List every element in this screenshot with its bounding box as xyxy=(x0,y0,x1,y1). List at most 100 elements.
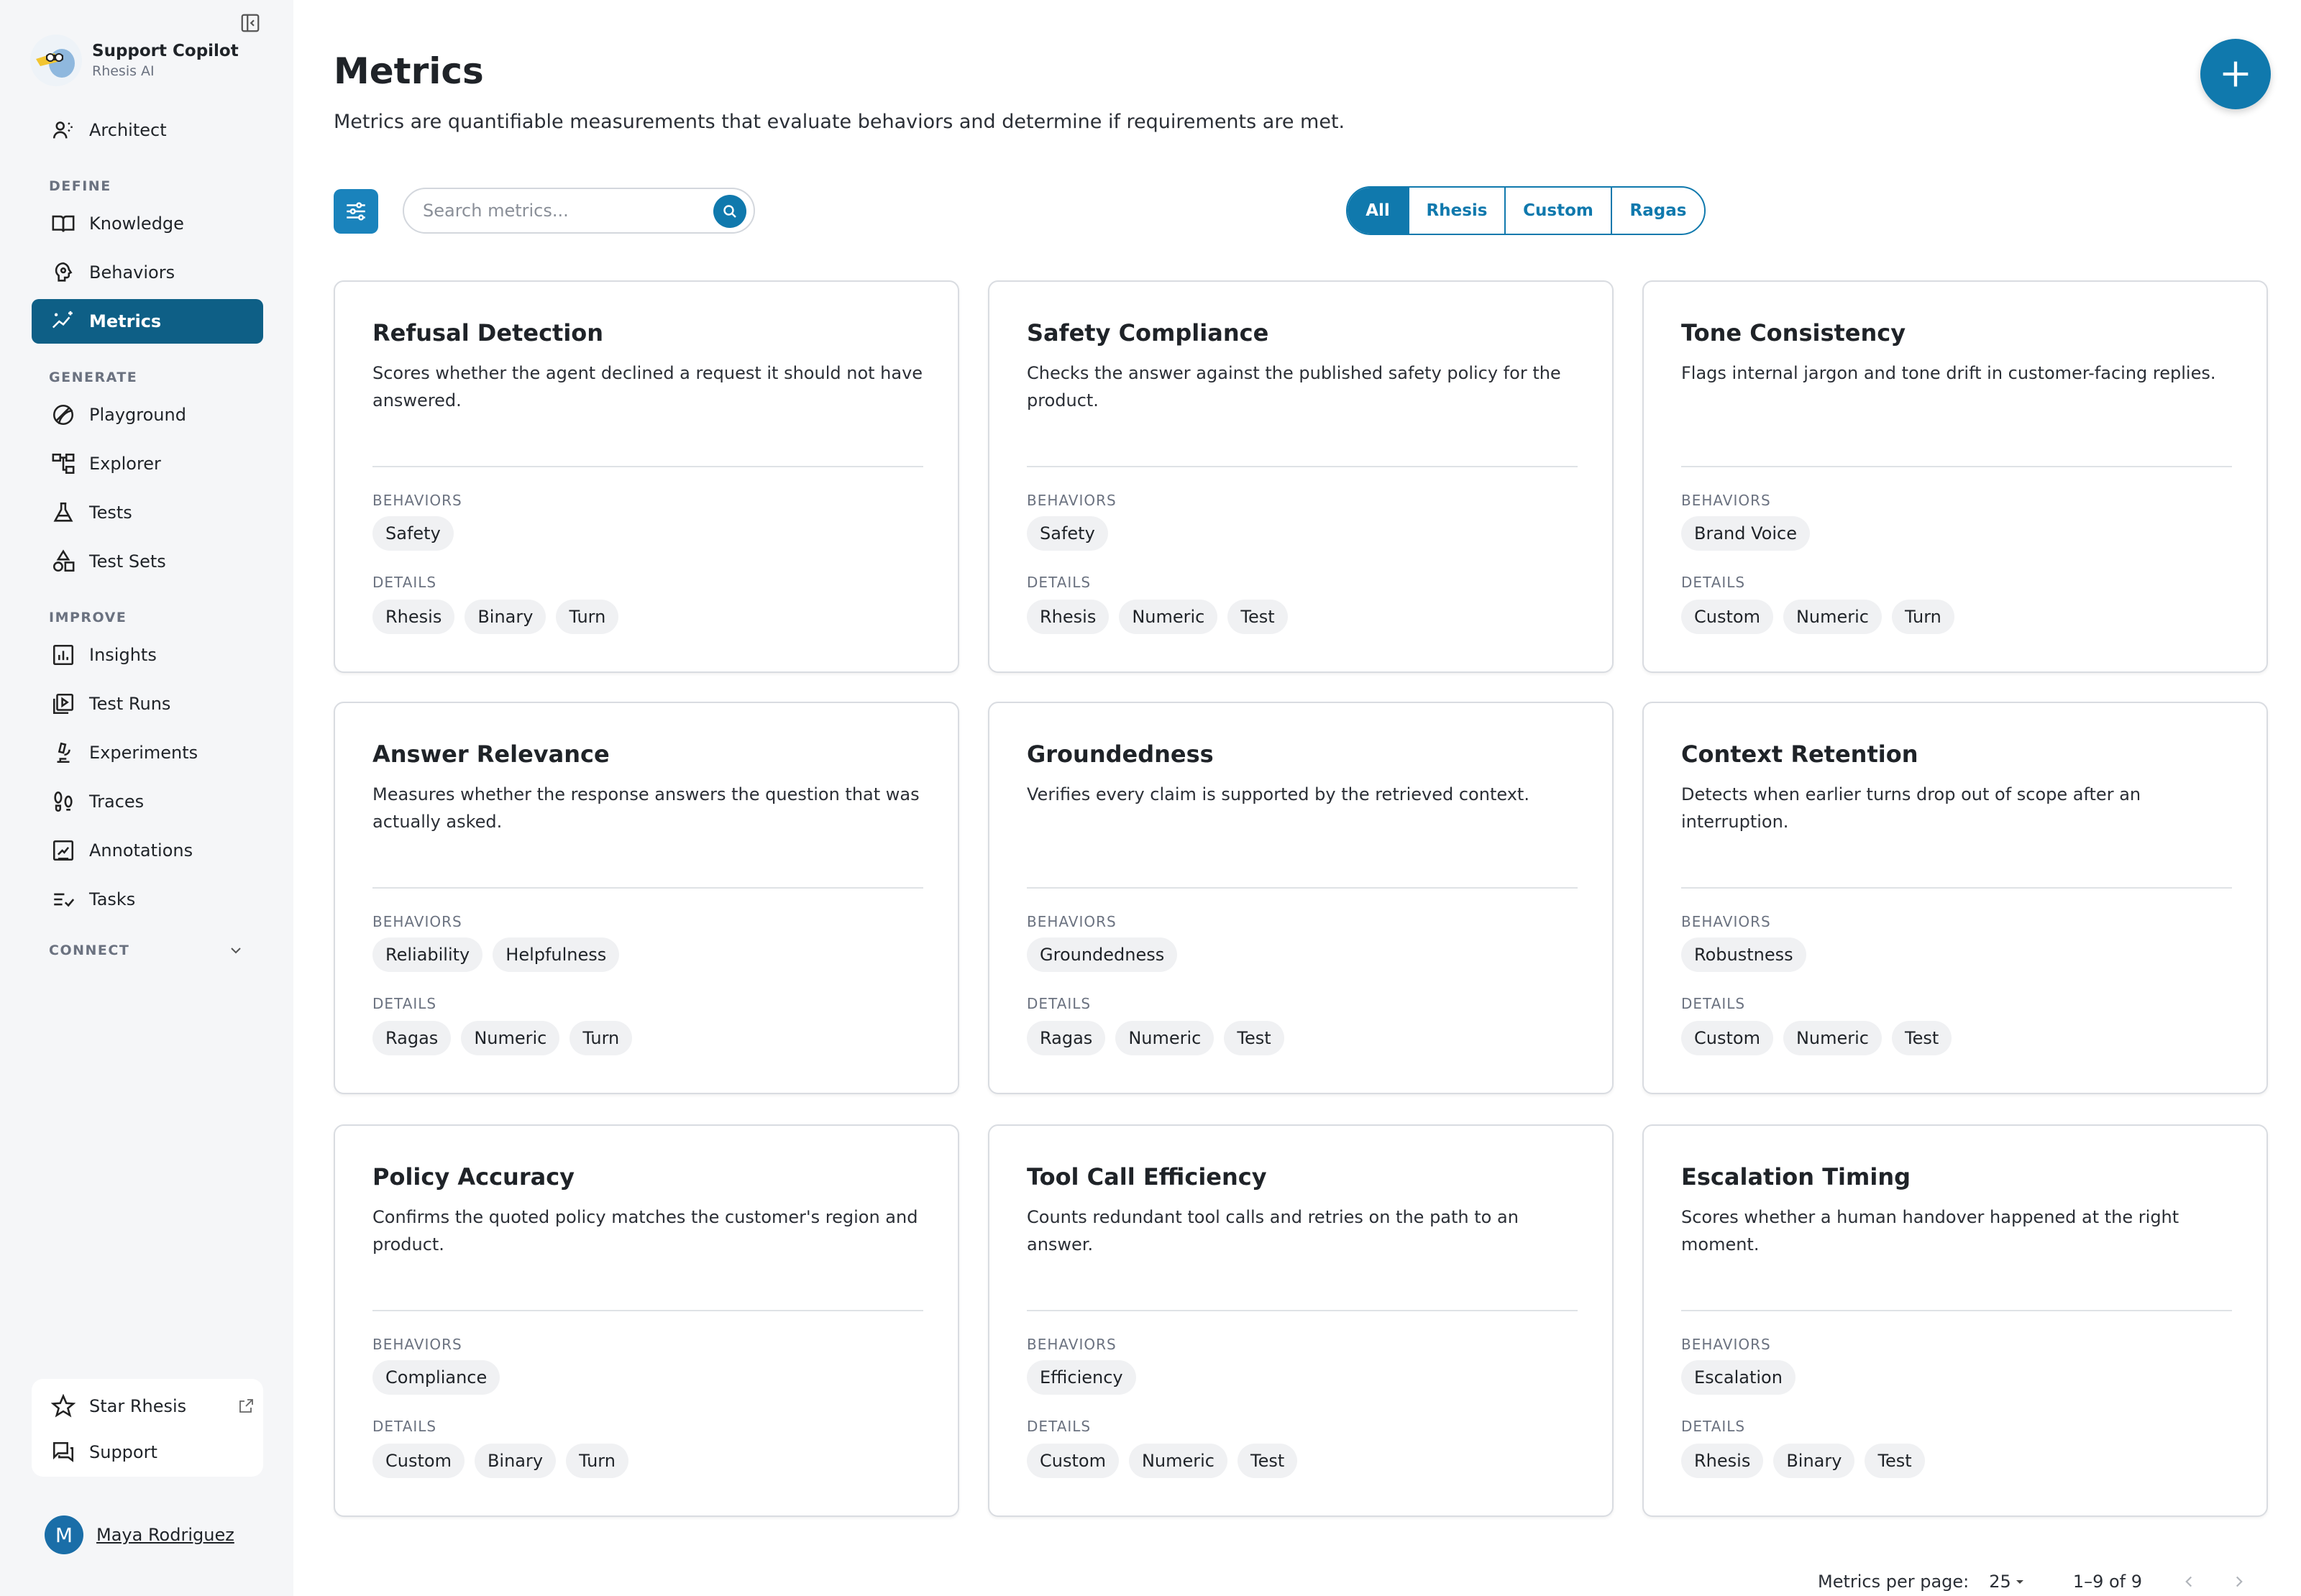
divider xyxy=(1681,466,2232,467)
sidebar-item-tests[interactable]: Tests xyxy=(32,490,263,535)
behaviors-label: BEHAVIORS xyxy=(1681,492,1771,509)
page-title: Metrics xyxy=(334,50,484,92)
sidebar-item-test-sets[interactable]: Test Sets xyxy=(32,539,263,584)
search-input[interactable] xyxy=(423,189,696,232)
sidebar-item-label: Architect xyxy=(89,120,167,140)
behavior-chips: Safety xyxy=(1027,516,1108,551)
section-label-define: DEFINE xyxy=(49,178,111,194)
sidebar-item-behaviors[interactable]: Behaviors xyxy=(32,250,263,295)
previous-page-icon[interactable] xyxy=(2179,1572,2198,1591)
filter-rhesis[interactable]: Rhesis xyxy=(1408,188,1504,234)
sidebar: Support Copilot Rhesis AI Architect DEFI… xyxy=(0,0,293,1596)
sidebar-item-explorer[interactable]: Explorer xyxy=(32,441,263,486)
detail-chip: Custom xyxy=(372,1444,465,1478)
behaviors-label: BEHAVIORS xyxy=(372,492,462,509)
detail-chip: Test xyxy=(1227,600,1288,634)
add-metric-button[interactable] xyxy=(2200,39,2271,109)
metric-card[interactable]: Refusal Detection Scores whether the agen… xyxy=(334,280,959,673)
connect-section-toggle[interactable]: CONNECT xyxy=(49,942,244,959)
sidebar-item-label: Explorer xyxy=(89,454,161,474)
detail-chip: Ragas xyxy=(372,1021,452,1055)
behavior-chips: Escalation xyxy=(1681,1360,1795,1395)
metric-card[interactable]: Groundedness Verifies every claim is supp… xyxy=(988,702,1614,1094)
architect-icon xyxy=(49,116,78,145)
details-label: DETAILS xyxy=(372,995,437,1012)
metric-card[interactable]: Safety Compliance Checks the answer again… xyxy=(988,280,1614,673)
detail-chip: Custom xyxy=(1681,1021,1773,1055)
detail-chip: Binary xyxy=(474,1444,557,1478)
sidebar-item-traces[interactable]: Traces xyxy=(32,779,263,824)
details-label: DETAILS xyxy=(1681,995,1746,1012)
sidebar-item-knowledge[interactable]: Knowledge xyxy=(32,201,263,246)
sidebar-item-annotations[interactable]: Annotations xyxy=(32,828,263,873)
metric-description: Checks the answer against the published … xyxy=(1027,363,1561,411)
sidebar-item-insights[interactable]: Insights xyxy=(32,633,263,677)
user-menu[interactable]: M Maya Rodriguez xyxy=(45,1515,234,1554)
details-label: DETAILS xyxy=(372,1418,437,1435)
detail-chips: Custom Numeric Test xyxy=(1681,1021,1952,1055)
sidebar-item-label: Experiments xyxy=(89,743,198,763)
section-label-generate: GENERATE xyxy=(49,370,138,385)
sidebar-item-label: Tasks xyxy=(89,889,136,909)
divider xyxy=(1681,887,2232,889)
footprints-icon xyxy=(49,787,78,816)
divider xyxy=(1027,1310,1578,1311)
star-icon xyxy=(49,1392,78,1421)
filter-all[interactable]: All xyxy=(1348,188,1408,234)
detail-chip: Test xyxy=(1238,1444,1298,1478)
metric-card[interactable]: Context Retention Detects when earlier tu… xyxy=(1642,702,2268,1094)
filter-ragas[interactable]: Ragas xyxy=(1611,188,1704,234)
metric-description: Counts redundant tool calls and retries … xyxy=(1027,1207,1519,1255)
metric-title: Policy Accuracy xyxy=(372,1163,575,1191)
detail-chips: Custom Numeric Turn xyxy=(1681,600,1954,634)
metric-card[interactable]: Tool Call Efficiency Counts redundant too… xyxy=(988,1124,1614,1517)
sidebar-item-tasks[interactable]: Tasks xyxy=(32,877,263,922)
metric-card[interactable]: Tone Consistency Flags internal jargon an… xyxy=(1642,280,2268,673)
sidebar-item-label: Behaviors xyxy=(89,262,175,283)
support-link[interactable]: Support xyxy=(49,1431,255,1474)
sidebar-item-label: Test Sets xyxy=(89,551,166,572)
play-list-icon xyxy=(49,689,78,718)
metric-description: Verifies every claim is supported by the… xyxy=(1027,784,1529,804)
sidebar-item-test-runs[interactable]: Test Runs xyxy=(32,682,263,726)
star-rhesis-link[interactable]: Star Rhesis xyxy=(49,1385,255,1428)
rows-per-page-select[interactable]: 25 xyxy=(1989,1572,2028,1592)
sidebar-item-playground[interactable]: Playground xyxy=(32,393,263,437)
metric-title: Safety Compliance xyxy=(1027,319,1269,347)
sidebar-item-metrics[interactable]: Metrics xyxy=(32,299,263,344)
detail-chip: Numeric xyxy=(1115,1021,1214,1055)
metric-card[interactable]: Escalation Timing Scores whether a human … xyxy=(1642,1124,2268,1517)
support-label: Support xyxy=(89,1442,157,1462)
sidebar-item-experiments[interactable]: Experiments xyxy=(32,730,263,775)
avatar: M xyxy=(45,1515,83,1554)
filter-button[interactable] xyxy=(334,189,378,234)
behavior-chips: Brand Voice xyxy=(1681,516,1810,551)
project-logo xyxy=(30,35,82,86)
metric-card[interactable]: Policy Accuracy Confirms the quoted polic… xyxy=(334,1124,959,1517)
plus-icon xyxy=(2223,61,2249,87)
detail-chip: Turn xyxy=(1892,600,1954,634)
behaviors-label: BEHAVIORS xyxy=(1027,492,1117,509)
behaviors-label: BEHAVIORS xyxy=(1681,1336,1771,1353)
metric-card[interactable]: Answer Relevance Measures whether the res… xyxy=(334,702,959,1094)
detail-chip: Rhesis xyxy=(1681,1444,1764,1478)
detail-chip: Rhesis xyxy=(372,600,455,634)
project-brand[interactable]: Support Copilot Rhesis AI xyxy=(30,35,239,86)
metric-title: Refusal Detection xyxy=(372,319,604,347)
microscope-icon xyxy=(49,738,78,767)
behavior-chips: Groundedness xyxy=(1027,937,1178,972)
page-description: Metrics are quantifiable measurements th… xyxy=(334,111,1345,133)
search-button[interactable] xyxy=(713,195,746,228)
sidebar-item-label: Test Runs xyxy=(89,694,171,714)
filter-custom[interactable]: Custom xyxy=(1504,188,1611,234)
sidebar-item-label: Traces xyxy=(89,792,145,812)
sidebar-bottom-links: Star Rhesis Support xyxy=(32,1379,263,1477)
collapse-sidebar-button[interactable] xyxy=(237,10,263,36)
behavior-chip: Helpfulness xyxy=(493,937,620,972)
sidebar-item-label: Metrics xyxy=(89,311,162,331)
chevron-down-icon xyxy=(231,948,241,954)
caret-down-icon xyxy=(2016,1580,2023,1584)
sidebar-item-label: Annotations xyxy=(89,840,193,861)
next-page-icon[interactable] xyxy=(2230,1572,2249,1591)
sidebar-item-architect[interactable]: Architect xyxy=(32,108,263,152)
